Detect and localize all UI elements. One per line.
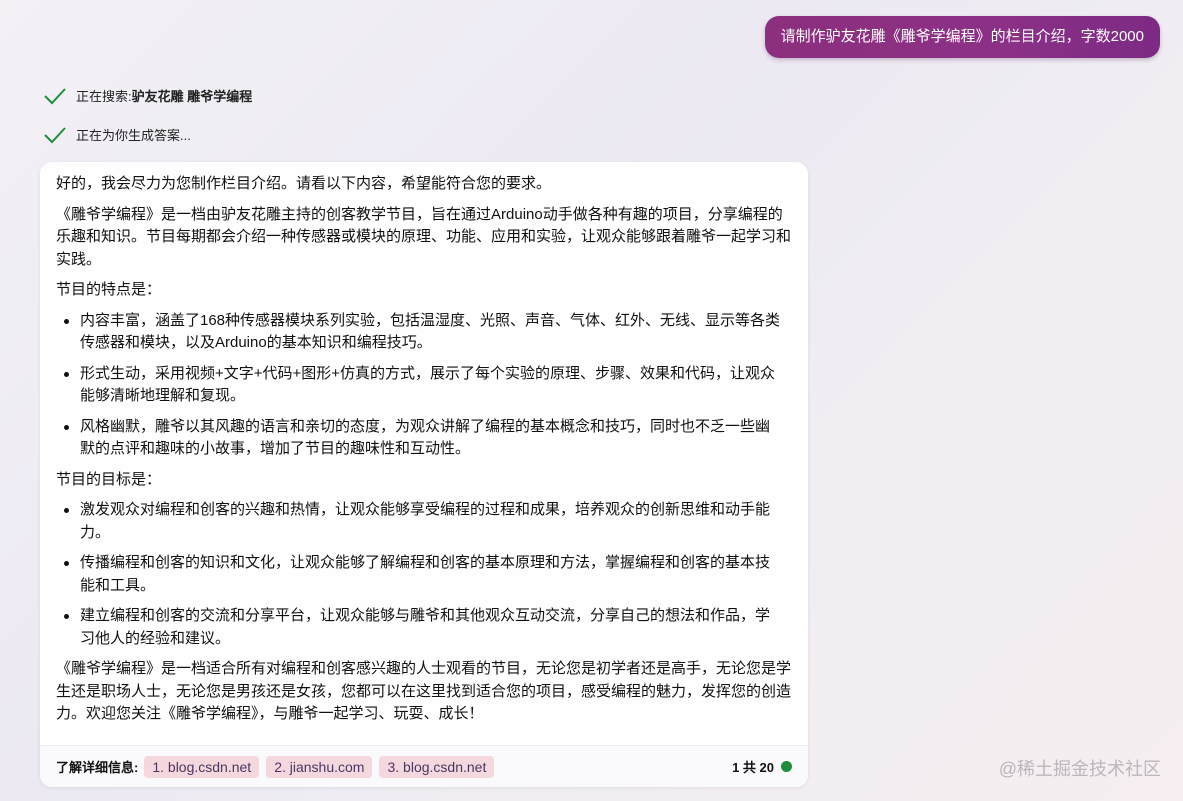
list-item: 激发观众对编程和创客的兴趣和热情，让观众能够享受编程的过程和成果，培养观众的创新… xyxy=(56,499,792,544)
source-link-1[interactable]: 1. blog.csdn.net xyxy=(144,755,260,778)
user-message-bubble: 请制作驴友花雕《雕爷学编程》的栏目介绍，字数2000 xyxy=(764,16,1160,58)
check-icon xyxy=(44,126,66,143)
generate-status-text: 正在为你生成答案... xyxy=(76,128,191,143)
list-item: 传播编程和创客的知识和文化，让观众能够了解编程和创客的基本原理和方法，掌握编程和… xyxy=(56,552,792,597)
sources-footer: 了解详细信息: 1. blog.csdn.net 2. jianshu.com … xyxy=(40,745,808,787)
check-icon xyxy=(44,87,66,104)
list-item: 形式生动，采用视频+文字+代码+图形+仿真的方式，展示了每个实验的原理、步骤、效… xyxy=(56,363,792,408)
search-query: 驴友花雕 雕爷学编程 xyxy=(131,89,253,104)
list-item: 内容丰富，涵盖了168种传感器模块系列实验，包括温湿度、光照、声音、气体、红外、… xyxy=(56,310,792,355)
answer-paragraph: 《雕爷学编程》是一档由驴友花雕主持的创客教学节目，旨在通过Arduino动手做各… xyxy=(56,205,792,268)
goals-heading: 节目的目标是： xyxy=(56,470,162,488)
features-list: 内容丰富，涵盖了168种传感器模块系列实验，包括温湿度、光照、声音、气体、红外、… xyxy=(56,310,792,461)
response-counter: 1 共 20 xyxy=(732,757,792,776)
answer-body: 好的，我会尽力为您制作栏目介绍。请看以下内容，希望能符合您的要求。 《雕爷学编程… xyxy=(40,162,808,726)
list-item: 建立编程和创客的交流和分享平台，让观众能够与雕爷和其他观众互动交流，分享自己的想… xyxy=(56,605,792,650)
response-count-text: 1 共 20 xyxy=(732,760,774,775)
answer-closing: 《雕爷学编程》是一档适合所有对编程和创客感兴趣的人士观看的节目，无论您是初学者还… xyxy=(56,660,792,722)
search-status-prefix: 正在搜索: xyxy=(76,89,132,104)
features-heading: 节目的特点是： xyxy=(56,281,162,298)
source-link-2[interactable]: 2. jianshu.com xyxy=(266,755,373,778)
source-link-3[interactable]: 3. blog.csdn.net xyxy=(379,755,495,778)
answer-intro: 好的，我会尽力为您制作栏目介绍。请看以下内容，希望能符合您的要求。 xyxy=(56,175,552,192)
status-dot-icon xyxy=(781,761,792,772)
search-status: 正在搜索: 驴友花雕 雕爷学编程 xyxy=(44,86,252,105)
answer-card: 好的，我会尽力为您制作栏目介绍。请看以下内容，希望能符合您的要求。 《雕爷学编程… xyxy=(40,162,808,787)
watermark: @稀土掘金技术社区 xyxy=(998,759,1161,779)
learn-more-label: 了解详细信息: xyxy=(56,760,139,775)
generate-status: 正在为你生成答案... xyxy=(44,125,191,144)
goals-list: 激发观众对编程和创客的兴趣和热情，让观众能够享受编程的过程和成果，培养观众的创新… xyxy=(56,499,792,650)
list-item: 风格幽默，雕爷以其风趣的语言和亲切的态度，为观众讲解了编程的基本概念和技巧，同时… xyxy=(56,416,792,461)
